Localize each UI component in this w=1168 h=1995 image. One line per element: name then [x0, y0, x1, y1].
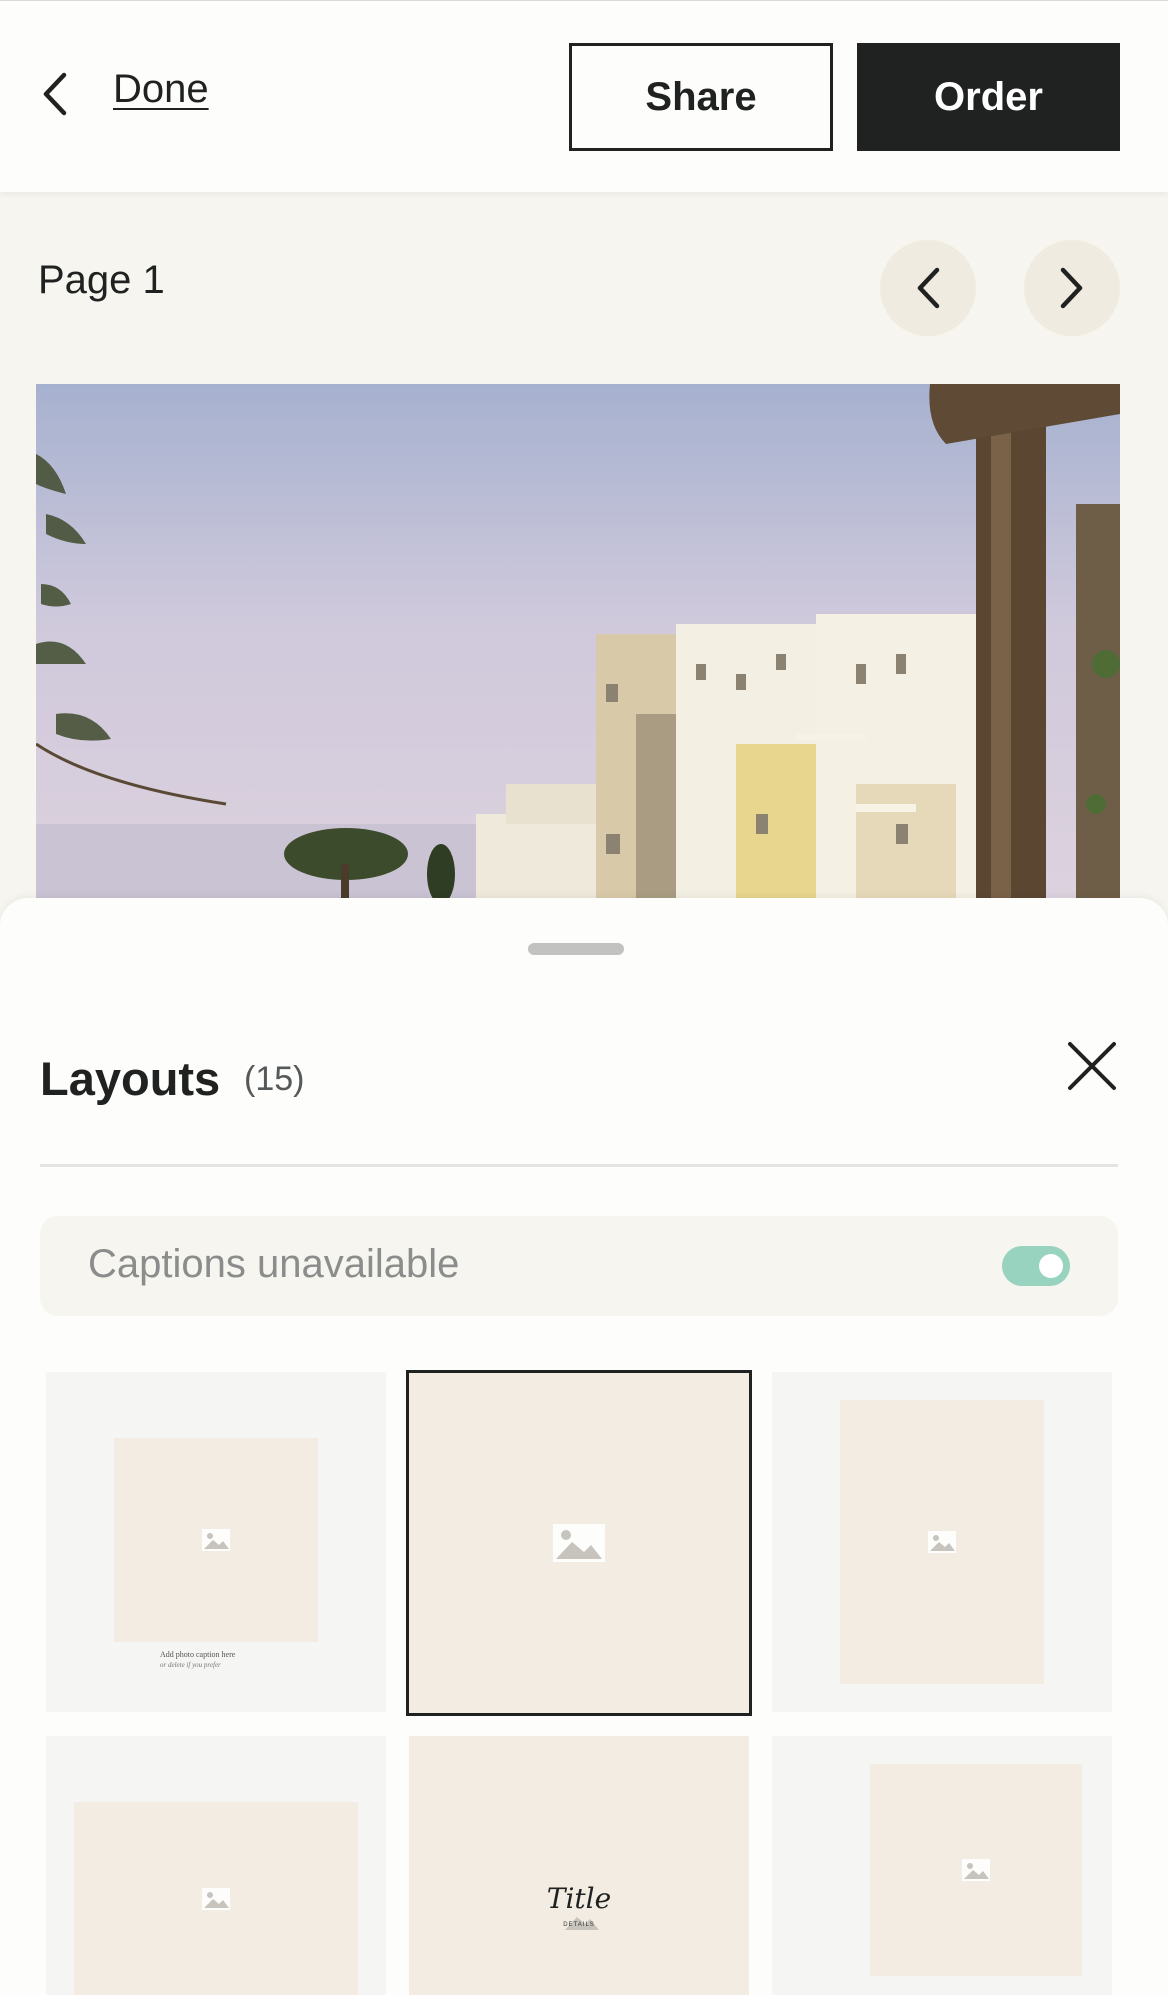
layouts-sheet: Layouts (15) Captions unavailable Add ph…: [0, 898, 1168, 1995]
chevron-left-icon: [917, 267, 940, 309]
coastal-town-photo: [36, 384, 1120, 904]
chevron-left-icon: [43, 72, 67, 116]
image-placeholder-icon: [962, 1859, 990, 1881]
page-photo[interactable]: [36, 384, 1120, 904]
captions-label: Captions unavailable: [88, 1242, 460, 1286]
details-preview: DETAILS: [563, 1922, 595, 1928]
layout-option-2-selected[interactable]: [406, 1370, 752, 1716]
image-placeholder-icon: [202, 1887, 230, 1910]
next-page-button[interactable]: [1024, 240, 1120, 336]
title-preview: Title: [546, 1882, 612, 1915]
image-placeholder-icon: [553, 1524, 605, 1562]
chevron-right-icon: [1060, 267, 1083, 309]
image-placeholder-icon: [928, 1531, 956, 1553]
caption-preview-text: Add photo caption here: [160, 1650, 236, 1659]
previous-page-button[interactable]: [880, 240, 976, 336]
close-button[interactable]: [1064, 1038, 1120, 1094]
layout-count: (15): [244, 1060, 305, 1098]
sheet-drag-handle[interactable]: [528, 943, 624, 955]
divider: [40, 1164, 1118, 1167]
photo-placeholder: [870, 1764, 1082, 1976]
captions-row: Captions unavailable: [40, 1216, 1118, 1316]
image-placeholder-icon: [202, 1529, 230, 1551]
page-label: Page 1: [38, 258, 165, 302]
back-button[interactable]: [30, 69, 80, 119]
done-link[interactable]: Done: [113, 67, 209, 112]
photo-placeholder: [74, 1802, 358, 1995]
photo-placeholder: [114, 1438, 318, 1642]
layout-option-3[interactable]: [772, 1372, 1112, 1712]
top-bar: Done Share Order: [0, 0, 1168, 192]
photo-placeholder: [409, 1373, 749, 1713]
captions-toggle[interactable]: [1002, 1246, 1070, 1286]
caption-preview: Add photo caption here or delete if you …: [160, 1650, 235, 1670]
sheet-title: Layouts: [40, 1052, 221, 1105]
toggle-knob: [1039, 1254, 1063, 1278]
close-icon: [1068, 1042, 1116, 1090]
layout-option-5[interactable]: Title DETAILS: [409, 1736, 749, 1995]
order-button[interactable]: Order: [857, 43, 1120, 151]
layout-option-1[interactable]: Add photo caption here or delete if you …: [46, 1372, 386, 1712]
layout-option-4[interactable]: [46, 1736, 386, 1995]
caption-preview-subtext: or delete if you prefer: [160, 1661, 221, 1669]
share-button[interactable]: Share: [569, 43, 833, 151]
photo-placeholder: [840, 1400, 1044, 1684]
layout-option-6[interactable]: [772, 1736, 1112, 1995]
